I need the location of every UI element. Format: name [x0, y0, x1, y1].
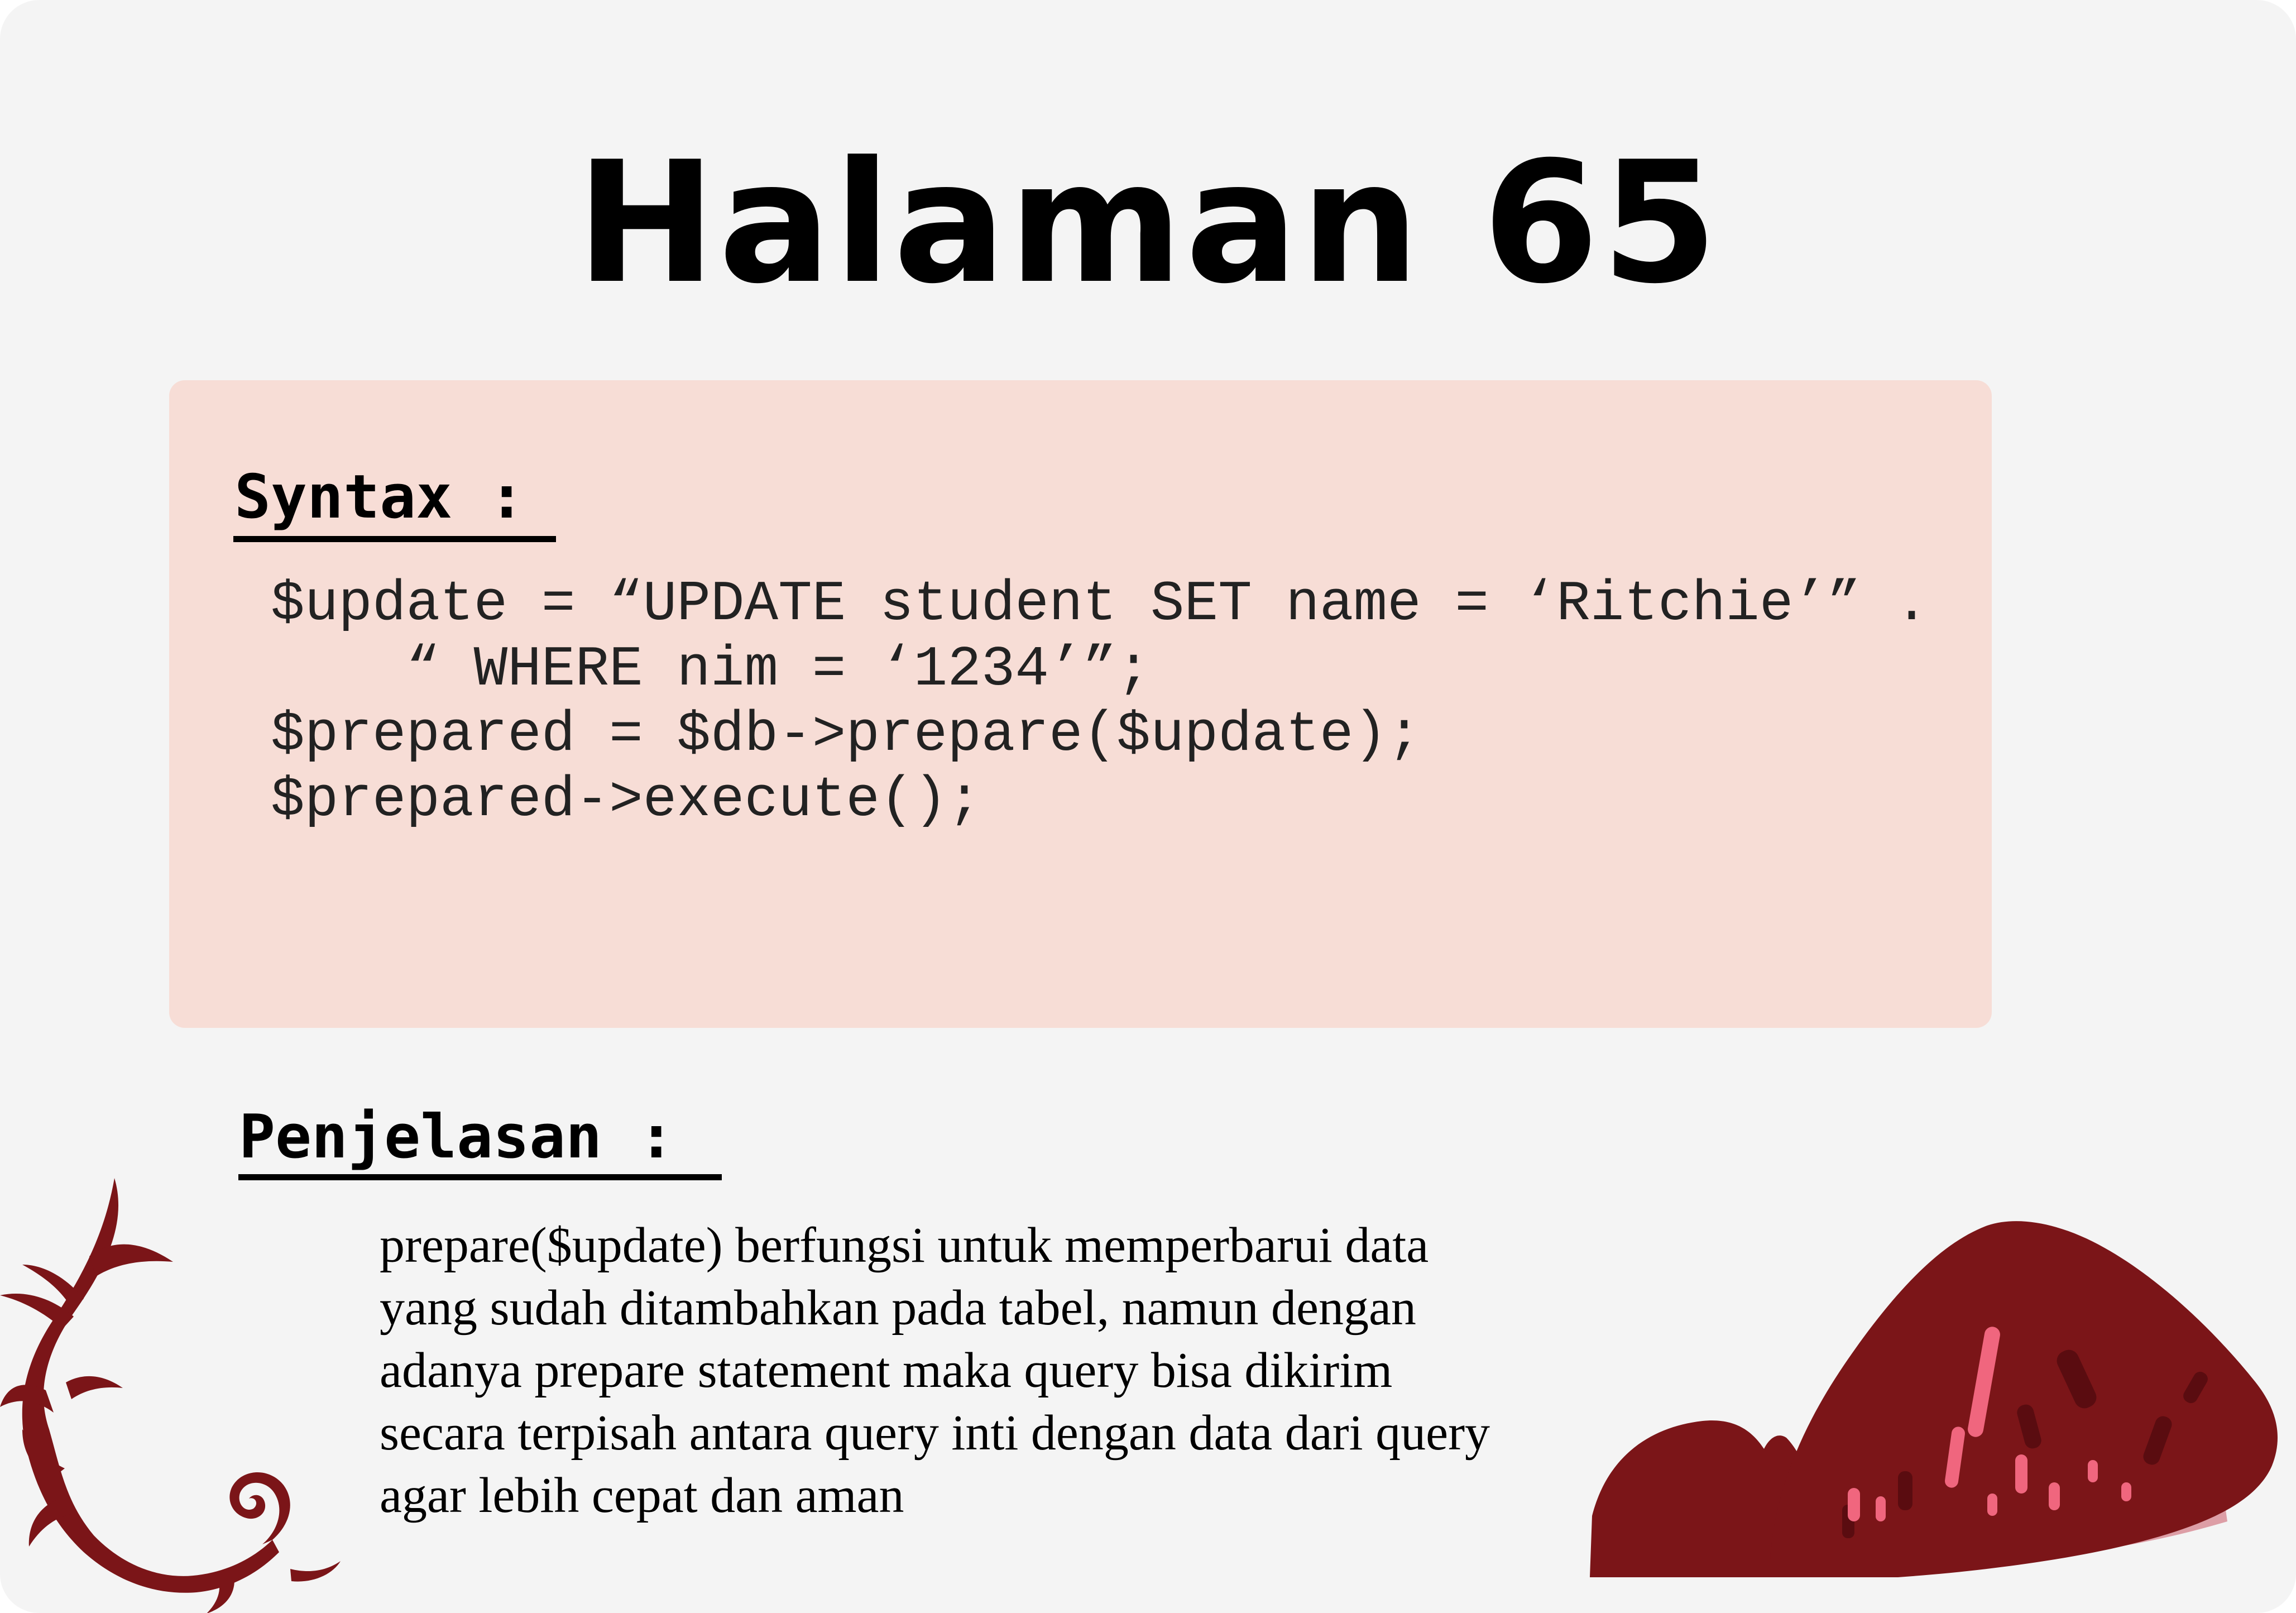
code-line: $update = “UPDATE student SET name = ‘Ri…: [271, 573, 1929, 636]
red-rocks-illustration: [1590, 1221, 2278, 1577]
page: Halaman 65 Syntax : $update = “UPDATE st…: [0, 0, 2296, 1613]
syntax-heading-underline: [233, 536, 556, 542]
code-line: $prepared = $db->prepare($update);: [271, 703, 1421, 767]
explanation-line: secara terpisah antara query inti dengan…: [380, 1405, 1490, 1461]
syntax-heading: Syntax :: [234, 462, 525, 532]
explanation-text: prepare($update) berfungsi untuk memperb…: [380, 1214, 1608, 1527]
code-line: $prepared->execute();: [271, 769, 981, 832]
explanation-line: adanya prepare statement maka query bisa…: [380, 1343, 1393, 1398]
explanation-line: agar lebih cepat dan aman: [380, 1468, 904, 1523]
scroll-flourish-icon: [0, 1178, 341, 1613]
page-title: Halaman 65: [576, 126, 1720, 320]
code-line: “ WHERE nim = ‘1234’”;: [271, 638, 1151, 702]
explanation-heading: Penjelasan :: [239, 1102, 675, 1172]
code-block: $update = “UPDATE student SET name = ‘Ri…: [271, 572, 1929, 834]
explanation-line: prepare($update) berfungsi untuk memperb…: [380, 1218, 1429, 1273]
explanation-line: yang sudah ditambahkan pada tabel, namun…: [380, 1280, 1416, 1336]
